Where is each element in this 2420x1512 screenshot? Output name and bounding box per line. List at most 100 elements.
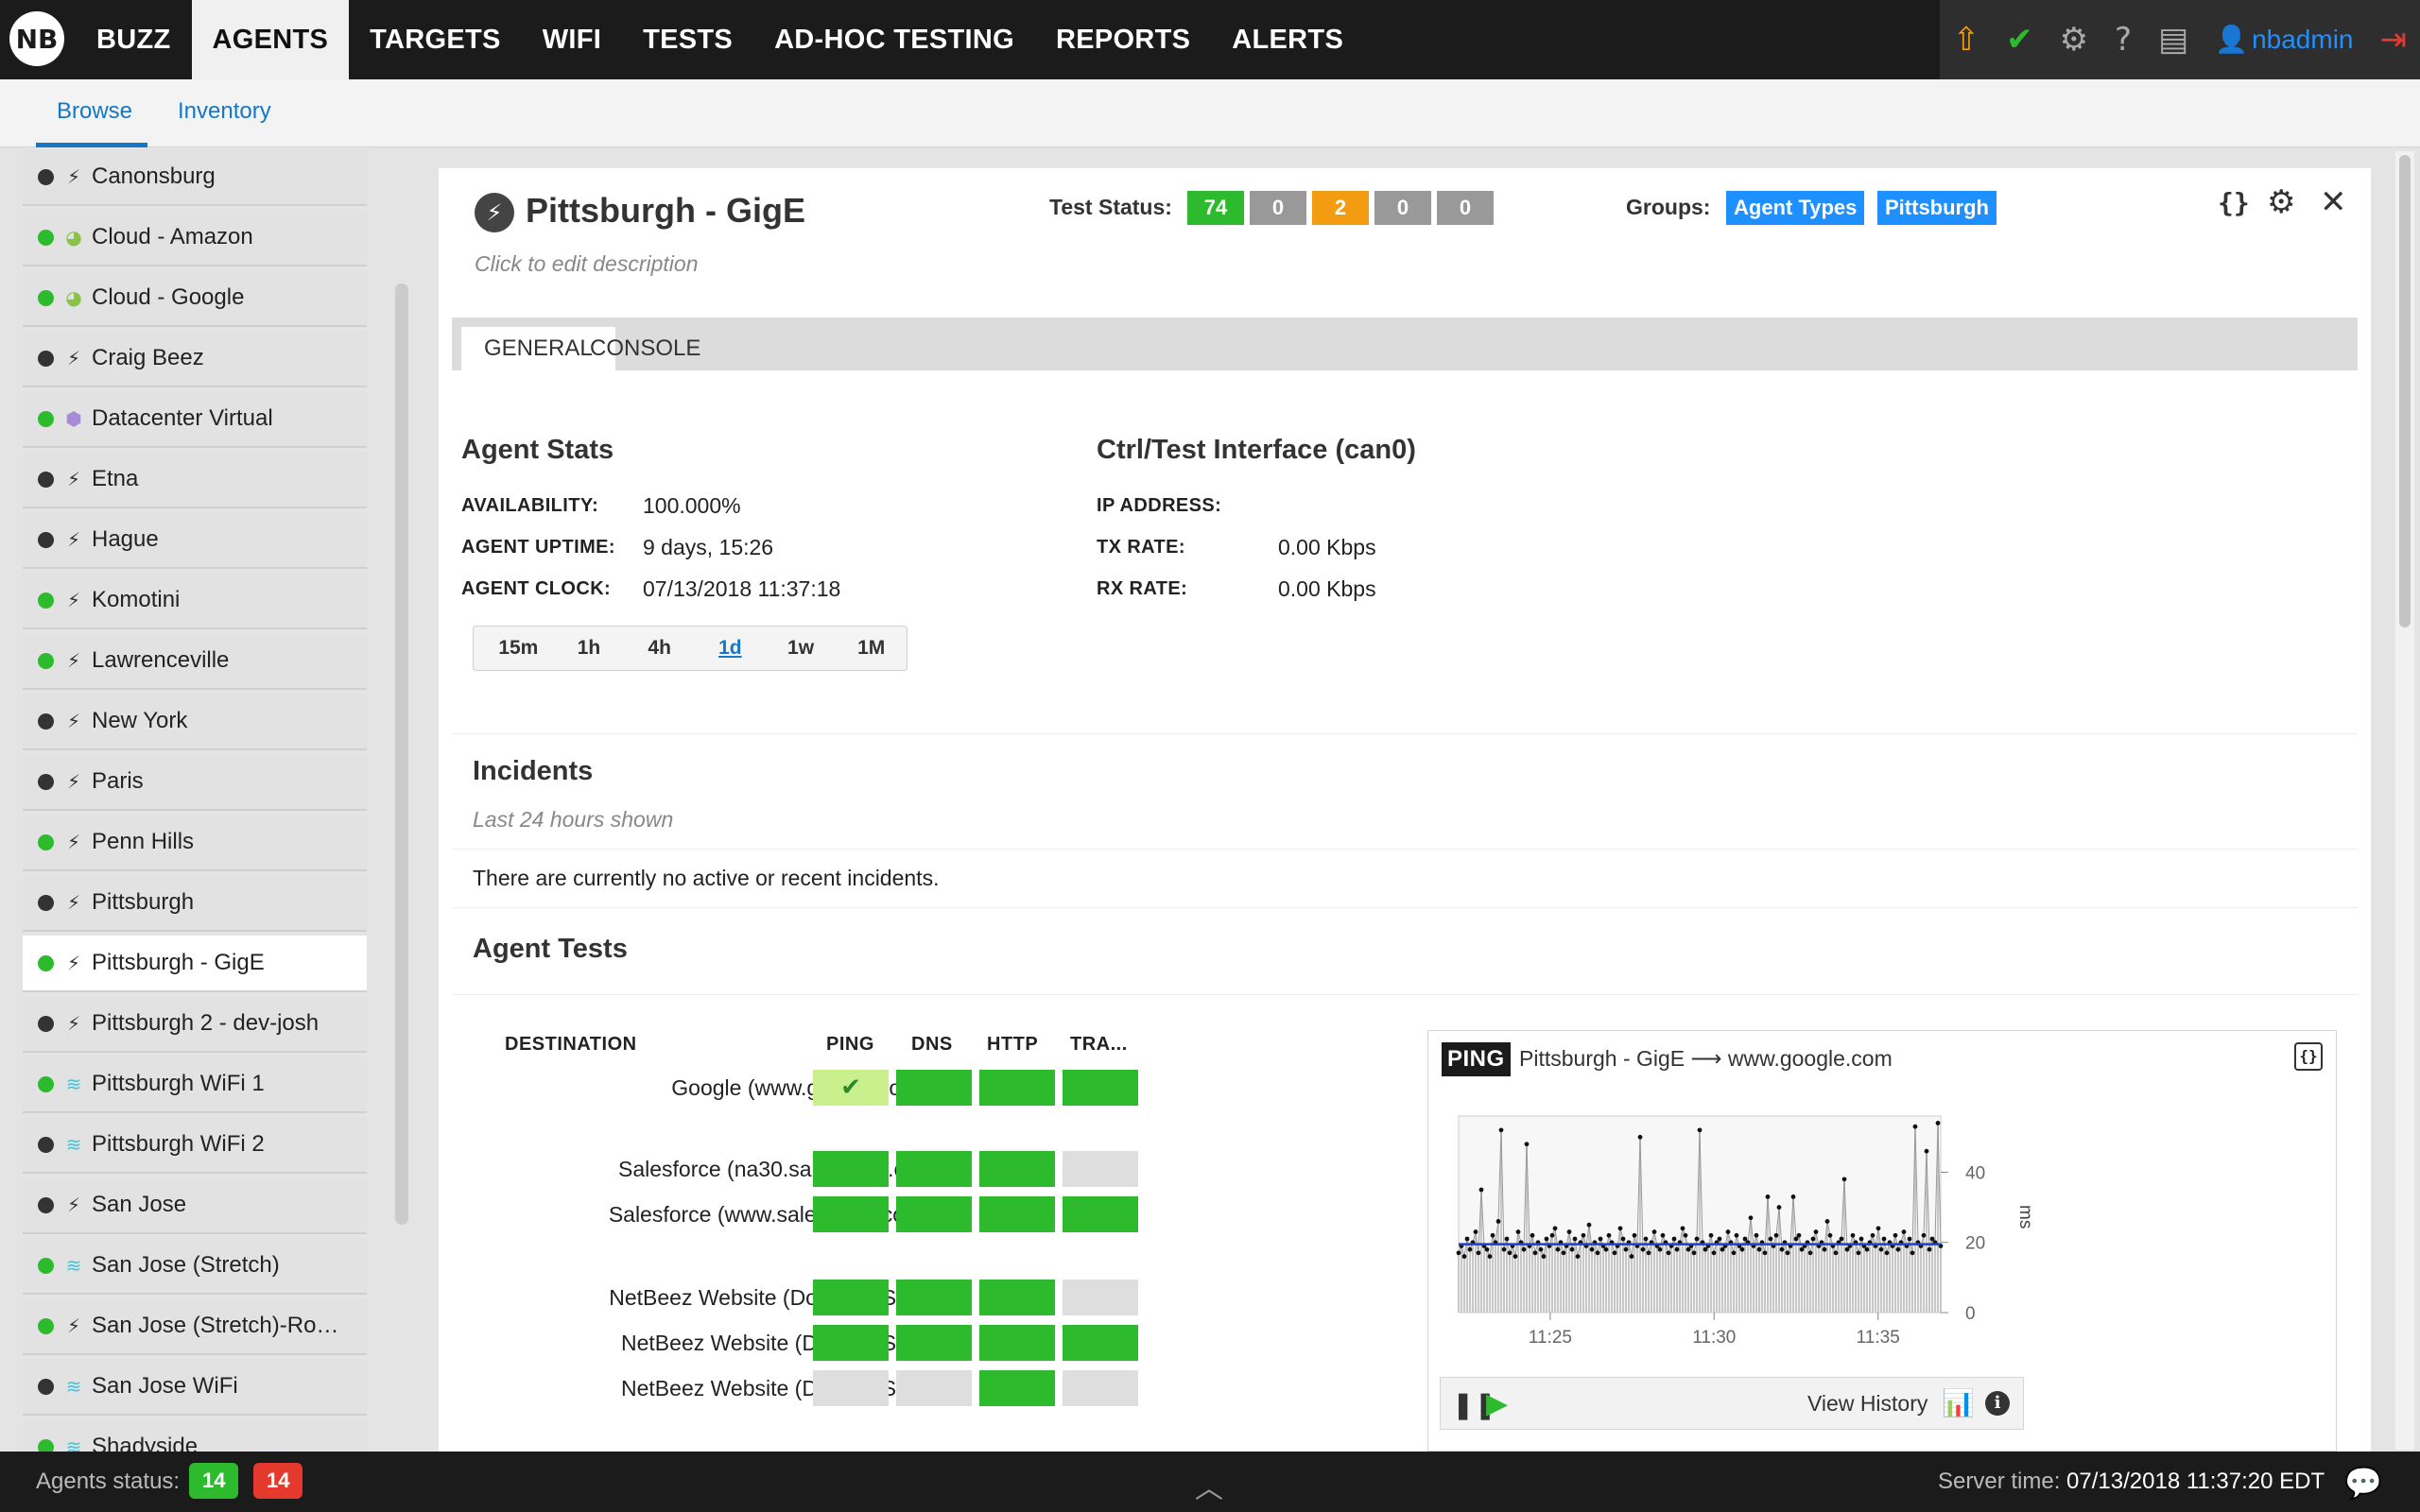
test-status-cell[interactable] — [813, 1370, 889, 1406]
sidebar-agent-item[interactable]: ≋ Shadyside — [23, 1419, 367, 1452]
test-status-badge[interactable]: 74 — [1187, 191, 1244, 225]
globe-icon: ◕ — [65, 286, 82, 309]
test-status-cell[interactable] — [1063, 1151, 1138, 1187]
system-ok-icon[interactable]: ✔ — [1993, 0, 2047, 79]
test-status-cell[interactable] — [979, 1370, 1055, 1406]
sidebar-agent-item[interactable]: ⚡ Lawrenceville — [23, 633, 367, 690]
sidebar-agent-item[interactable]: ⚡ Hague — [23, 512, 367, 569]
test-status-badge[interactable]: 0 — [1250, 191, 1306, 225]
latency-point — [1683, 1232, 1688, 1238]
test-status-cell[interactable] — [979, 1070, 1055, 1106]
view-history-link[interactable]: View History — [1807, 1391, 1927, 1417]
test-status-cell[interactable] — [1063, 1280, 1138, 1315]
bar-chart-icon[interactable]: 📊 — [1942, 1387, 1975, 1418]
latency-point — [1694, 1236, 1700, 1242]
sidebar-agent-item[interactable]: ⚡ Pittsburgh 2 - dev-josh — [23, 996, 367, 1053]
test-status-cell[interactable] — [896, 1370, 972, 1406]
test-status-cell[interactable] — [979, 1151, 1055, 1187]
sidebar-agent-item[interactable]: ≋ San Jose WiFi — [23, 1359, 367, 1416]
test-status-cell[interactable] — [813, 1325, 889, 1361]
latency-point — [1530, 1232, 1535, 1238]
sidebar-agent-item[interactable]: ⬢ Datacenter Virtual — [23, 391, 367, 448]
sidebar-agent-item[interactable]: ⚡ Craig Beez — [23, 331, 367, 387]
status-dot-icon — [38, 592, 54, 609]
test-status-badge[interactable]: 0 — [1437, 191, 1494, 225]
test-status-cell[interactable] — [1063, 1325, 1138, 1361]
nav-tests[interactable]: TESTS — [622, 0, 753, 79]
test-status-cell[interactable] — [813, 1280, 889, 1315]
sidebar-agent-item[interactable]: ≋ San Jose (Stretch) — [23, 1238, 367, 1295]
test-status-cell[interactable] — [896, 1070, 972, 1106]
range-1d[interactable]: 1d — [695, 637, 766, 660]
agents-down-badge[interactable]: 14 — [253, 1463, 303, 1499]
test-status-cell[interactable] — [813, 1151, 889, 1187]
nav-alerts[interactable]: ALERTS — [1211, 0, 1364, 79]
range-1M[interactable]: 1M — [836, 637, 907, 660]
settings-gear-icon[interactable]: ⚙ — [2046, 0, 2102, 79]
nav-wifi[interactable]: WIFI — [522, 0, 622, 79]
play-icon[interactable]: ▶ — [1486, 1387, 1508, 1420]
test-status-cell[interactable] — [896, 1196, 972, 1232]
test-status-cell[interactable] — [979, 1196, 1055, 1232]
nav-reports[interactable]: REPORTS — [1035, 0, 1211, 79]
info-icon[interactable]: i — [1985, 1391, 2010, 1416]
sidebar-agent-item[interactable]: ⚡ Pittsburgh - GigE — [23, 936, 367, 992]
nav-ad-hoc-testing[interactable]: AD-HOC TESTING — [753, 0, 1035, 79]
sidebar-agent-item[interactable]: ⚡ Canonsburg — [23, 149, 367, 206]
sidebar-agent-item[interactable]: ⚡ San Jose (Stretch)-Ro… — [23, 1298, 367, 1355]
subtab-browse[interactable]: Browse — [36, 79, 147, 147]
test-status-cell[interactable] — [979, 1280, 1055, 1315]
json-braces-icon[interactable]: {} — [2218, 187, 2250, 218]
incidents-title: Incidents — [473, 756, 594, 786]
subtab-inventory[interactable]: Inventory — [178, 79, 271, 147]
tab-console[interactable]: CONSOLE — [567, 327, 723, 370]
docs-book-icon[interactable]: ▤ — [2145, 0, 2203, 79]
user-menu[interactable]: 👤 nbadmin — [2202, 0, 2367, 79]
sidebar-agent-item[interactable]: ⚡ Penn Hills — [23, 815, 367, 871]
agent-settings-gear-icon[interactable]: ⚙ — [2267, 183, 2295, 221]
sidebar-agent-item[interactable]: ◕ Cloud - Amazon — [23, 210, 367, 266]
upgrade-arrow-icon[interactable]: ⇧ — [1939, 0, 1994, 79]
range-4h[interactable]: 4h — [624, 637, 695, 660]
agent-list-scrollbar[interactable] — [395, 284, 408, 1225]
close-icon[interactable]: ✕ — [2320, 183, 2347, 221]
sidebar-agent-item[interactable]: ≋ Pittsburgh WiFi 1 — [23, 1057, 367, 1113]
ping-json-icon[interactable]: {} — [2294, 1042, 2323, 1071]
test-status-badge[interactable]: 2 — [1312, 191, 1369, 225]
sidebar-agent-item[interactable]: ⚡ San Jose — [23, 1177, 367, 1234]
help-icon[interactable]: ? — [2101, 0, 2146, 79]
sidebar-agent-item[interactable]: ⚡ Etna — [23, 452, 367, 508]
range-1h[interactable]: 1h — [554, 637, 625, 660]
nav-buzz[interactable]: BUZZ — [76, 0, 192, 79]
test-status-cell[interactable] — [896, 1325, 972, 1361]
test-status-cell[interactable] — [1063, 1196, 1138, 1232]
chat-icon[interactable]: 💬 — [2344, 1465, 2382, 1501]
range-15m[interactable]: 15m — [483, 637, 554, 660]
test-status-cell[interactable] — [1063, 1370, 1138, 1406]
test-ok-check-icon[interactable]: ✔ — [813, 1070, 889, 1106]
test-status-cell[interactable] — [896, 1151, 972, 1187]
availability-value: 100.000% — [643, 493, 741, 518]
sidebar-agent-item[interactable]: ⚡ Pittsburgh — [23, 875, 367, 932]
sidebar-agent-item[interactable]: ◕ Cloud - Google — [23, 270, 367, 327]
sidebar-agent-item[interactable]: ⚡ Paris — [23, 754, 367, 811]
test-status-cell[interactable] — [896, 1280, 972, 1315]
agents-up-badge[interactable]: 14 — [189, 1463, 239, 1499]
netbeez-logo[interactable]: NB — [9, 11, 64, 66]
sidebar-agent-item[interactable]: ⚡ New York — [23, 694, 367, 750]
nav-agents[interactable]: AGENTS — [191, 0, 350, 79]
test-status-cell[interactable] — [1063, 1070, 1138, 1106]
test-status-cell[interactable] — [979, 1325, 1055, 1361]
logout-icon[interactable]: ⇥ — [2366, 0, 2420, 79]
test-status-badge[interactable]: 0 — [1374, 191, 1431, 225]
test-status-cell[interactable] — [813, 1196, 889, 1232]
group-tag[interactable]: Agent Types — [1726, 191, 1865, 225]
sidebar-agent-item[interactable]: ≋ Pittsburgh WiFi 2 — [23, 1117, 367, 1174]
group-tag[interactable]: Pittsburgh — [1877, 191, 1996, 225]
page-scrollbar-thumb[interactable] — [2399, 155, 2411, 627]
sidebar-agent-item[interactable]: ⚡ Komotini — [23, 573, 367, 629]
agent-description[interactable]: Click to edit description — [475, 251, 699, 277]
chevron-up-icon[interactable]: ︿ — [1195, 1465, 1223, 1506]
range-1w[interactable]: 1w — [766, 637, 837, 660]
nav-targets[interactable]: TARGETS — [349, 0, 522, 79]
